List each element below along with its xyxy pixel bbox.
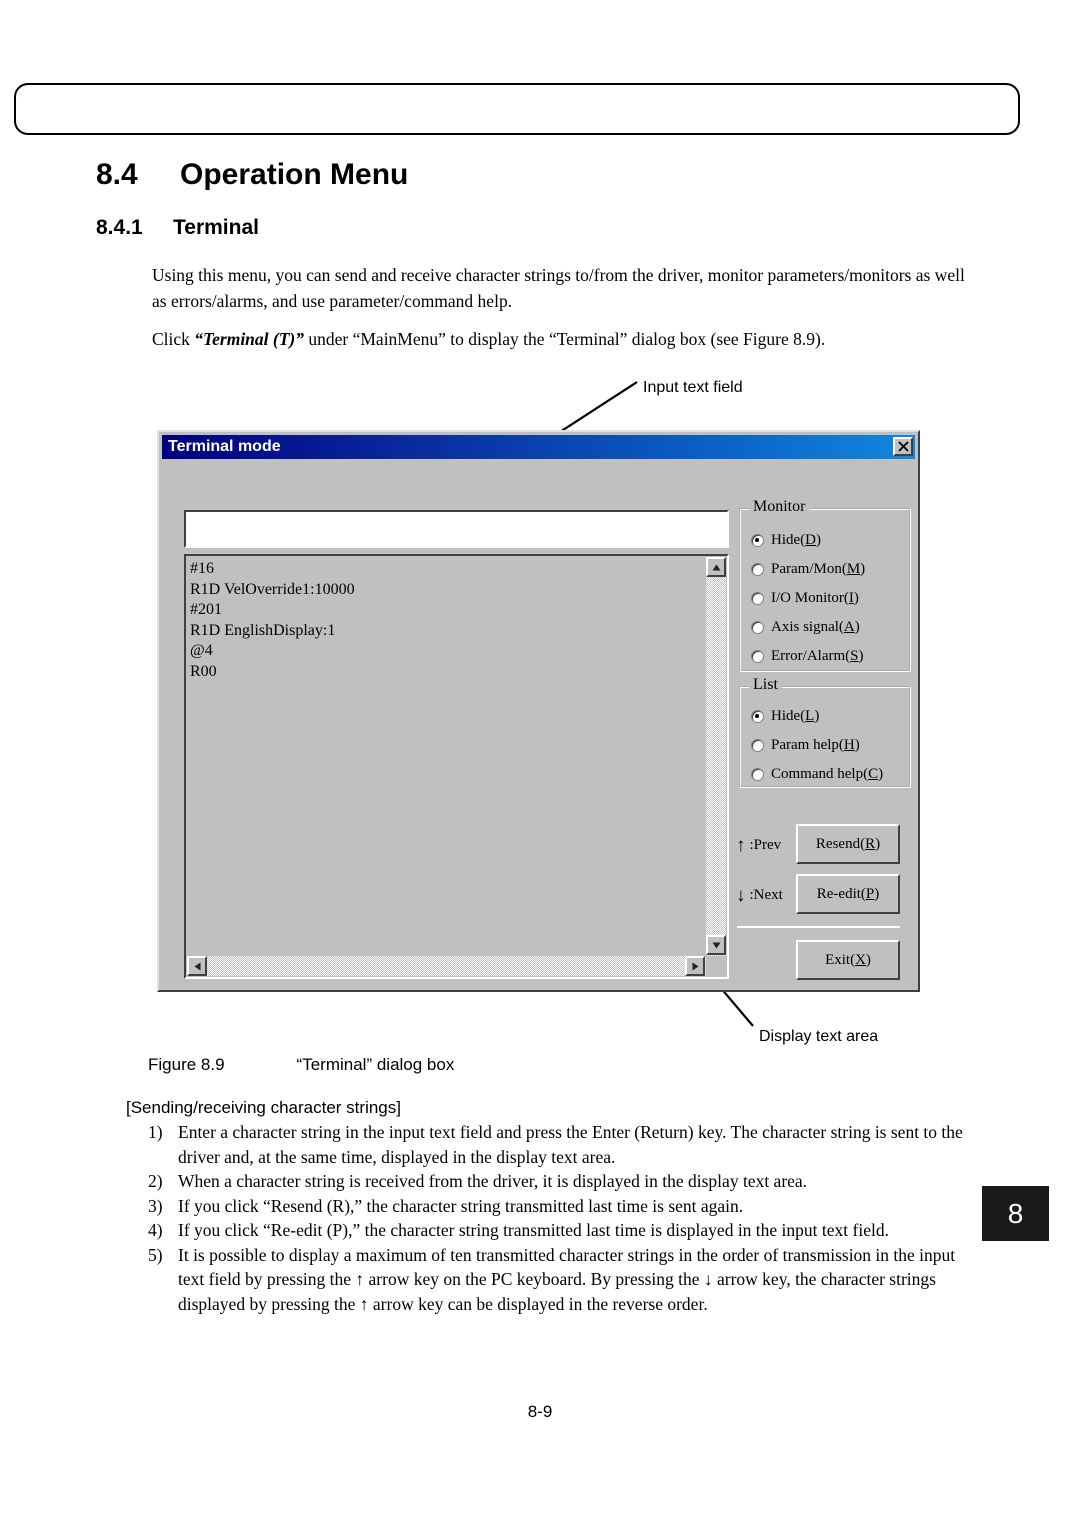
click-prefix: Click [152, 329, 195, 349]
intro-paragraph: Using this menu, you can send and receiv… [152, 265, 965, 311]
radio-label: Param help(H) [771, 737, 860, 753]
monitor-group-legend: Monitor [749, 498, 810, 516]
arrow-down-icon: ↓ [736, 885, 746, 906]
instruction-paragraph: Click “Terminal (T)” under “MainMenu” to… [152, 326, 980, 352]
display-text-area[interactable]: #16 R1D VelOverride1:10000 #201 R1D Engl… [184, 554, 729, 979]
dialog-title: Terminal mode [168, 438, 281, 455]
exit-button-label: Exit(X) [825, 951, 871, 968]
list-item: 4) If you click “Re-edit (P),” the chara… [148, 1218, 980, 1243]
section-title: Operation Menu [180, 158, 409, 191]
list-item: 1) Enter a character string in the input… [148, 1120, 980, 1169]
terminal-menu-emphasis: “Terminal (T)” [194, 329, 304, 349]
scroll-right-icon[interactable] [685, 956, 705, 976]
display-text-content: #16 R1D VelOverride1:10000 #201 R1D Engl… [190, 560, 355, 680]
radio-label: Param/Mon(M) [771, 561, 866, 577]
input-text-field[interactable] [184, 510, 729, 548]
radio-label: Command help(C) [771, 766, 884, 782]
radio-indicator-icon [751, 650, 764, 663]
callout-input-text-field: Input text field [643, 379, 743, 396]
triangle-up-glyph [712, 564, 720, 570]
monitor-group: Monitor Hide(D) Param/Mon(M) I/O Monitor… [739, 498, 911, 672]
list-item-text: It is possible to display a maximum of t… [178, 1244, 956, 1314]
reedit-button-label: Re-edit(P) [816, 885, 880, 902]
radio-list-command-help[interactable]: Command help(C) [751, 766, 883, 783]
list-item-text: If you click “Re-edit (P),” the characte… [178, 1220, 889, 1240]
radio-indicator-icon [751, 534, 764, 547]
list-item: 3) If you click “Resend (R),” the charac… [148, 1194, 980, 1219]
radio-monitor-param-mon[interactable]: Param/Mon(M) [751, 561, 865, 578]
triangle-left-glyph [194, 962, 200, 970]
list-item-marker: 3) [148, 1195, 163, 1216]
list-item-marker: 1) [148, 1122, 163, 1142]
subsection-title-text: Terminal [173, 216, 259, 239]
scroll-up-icon[interactable] [706, 557, 726, 577]
close-x-glyph [897, 441, 909, 452]
scroll-down-icon[interactable] [706, 935, 726, 955]
reedit-button[interactable]: Re-edit(P) [796, 874, 900, 914]
radio-label: Error/Alarm(S) [771, 648, 864, 664]
resend-button-label: Resend(R) [815, 835, 881, 852]
list-item-text: Enter a character string in the input te… [178, 1122, 963, 1167]
radio-list-param-help[interactable]: Param help(H) [751, 737, 860, 754]
radio-indicator-icon [751, 621, 764, 634]
arrow-up-icon: ↑ [736, 835, 746, 856]
button-divider [737, 926, 900, 928]
chapter-tab-marker: 8 [982, 1186, 1049, 1241]
list-item-marker: 4) [148, 1220, 163, 1240]
list-group: List Hide(L) Param help(H) Command help(… [739, 676, 911, 788]
radio-label: Hide(D) [771, 532, 821, 548]
radio-label: I/O Monitor(I) [771, 590, 859, 606]
prev-key-hint: ↑:Prev [736, 836, 781, 855]
figure-caption-label: Figure 8.9 [148, 1055, 225, 1074]
radio-monitor-hide[interactable]: Hide(D) [751, 532, 821, 549]
subsection-number: 8.4.1 [96, 216, 143, 239]
dialog-titlebar[interactable]: Terminal mode [162, 435, 915, 459]
list-item-marker: 5) [148, 1244, 163, 1265]
figure-caption: Figure 8.9 “Terminal” dialog box [148, 1055, 454, 1075]
prev-hint-label: :Prev [749, 837, 782, 853]
radio-indicator-icon [751, 710, 764, 723]
radio-list-hide[interactable]: Hide(L) [751, 708, 819, 725]
figure-caption-text: “Terminal” dialog box [296, 1055, 455, 1074]
scrollbar-corner [706, 956, 726, 976]
list-item: 2) When a character string is received f… [148, 1169, 980, 1194]
resend-button[interactable]: Resend(R) [796, 824, 900, 864]
exit-button[interactable]: Exit(X) [796, 940, 900, 980]
radio-indicator-icon [751, 768, 764, 781]
list-item-text: If you click “Resend (R),” the character… [178, 1195, 744, 1216]
vertical-scrollbar-track[interactable] [706, 557, 726, 956]
click-suffix: under “MainMenu” to display the “Termina… [304, 329, 826, 349]
subsection-title: 8.4.1 Terminal [96, 216, 259, 240]
list-item-text: When a character string is received from… [178, 1171, 808, 1191]
sending-receiving-heading: [Sending/receiving character strings] [126, 1098, 401, 1117]
page-title: 8.4 Operation Menu [96, 158, 408, 192]
next-key-hint: ↓:Next [736, 886, 783, 905]
radio-monitor-error-alarm[interactable]: Error/Alarm(S) [751, 648, 863, 665]
list-item: 5) It is possible to display a maximum o… [148, 1243, 980, 1317]
radio-label: Axis signal(A) [771, 619, 860, 635]
radio-indicator-icon [751, 592, 764, 605]
scroll-left-icon[interactable] [187, 956, 207, 976]
close-icon[interactable] [893, 437, 913, 456]
page-number: 8-9 [527, 1402, 553, 1421]
terminal-dialog[interactable]: Terminal mode #16 R1D VelOverride1:10000… [157, 430, 920, 992]
radio-monitor-io-monitor[interactable]: I/O Monitor(I) [751, 590, 859, 607]
section-number: 8.4 [96, 158, 138, 191]
triangle-right-glyph [692, 962, 698, 970]
list-group-legend: List [749, 676, 782, 694]
next-hint-label: :Next [749, 887, 783, 903]
page-header-frame [14, 83, 1020, 135]
radio-monitor-axis-signal[interactable]: Axis signal(A) [751, 619, 860, 636]
list-item-marker: 2) [148, 1171, 163, 1191]
radio-indicator-icon [751, 563, 764, 576]
instruction-list: 1) Enter a character string in the input… [148, 1120, 980, 1316]
callout-display-text-area: Display text area [759, 1028, 879, 1045]
triangle-down-glyph [712, 942, 720, 948]
radio-label: Hide(L) [771, 708, 820, 724]
radio-indicator-icon [751, 739, 764, 752]
horizontal-scrollbar-track[interactable] [187, 956, 706, 976]
